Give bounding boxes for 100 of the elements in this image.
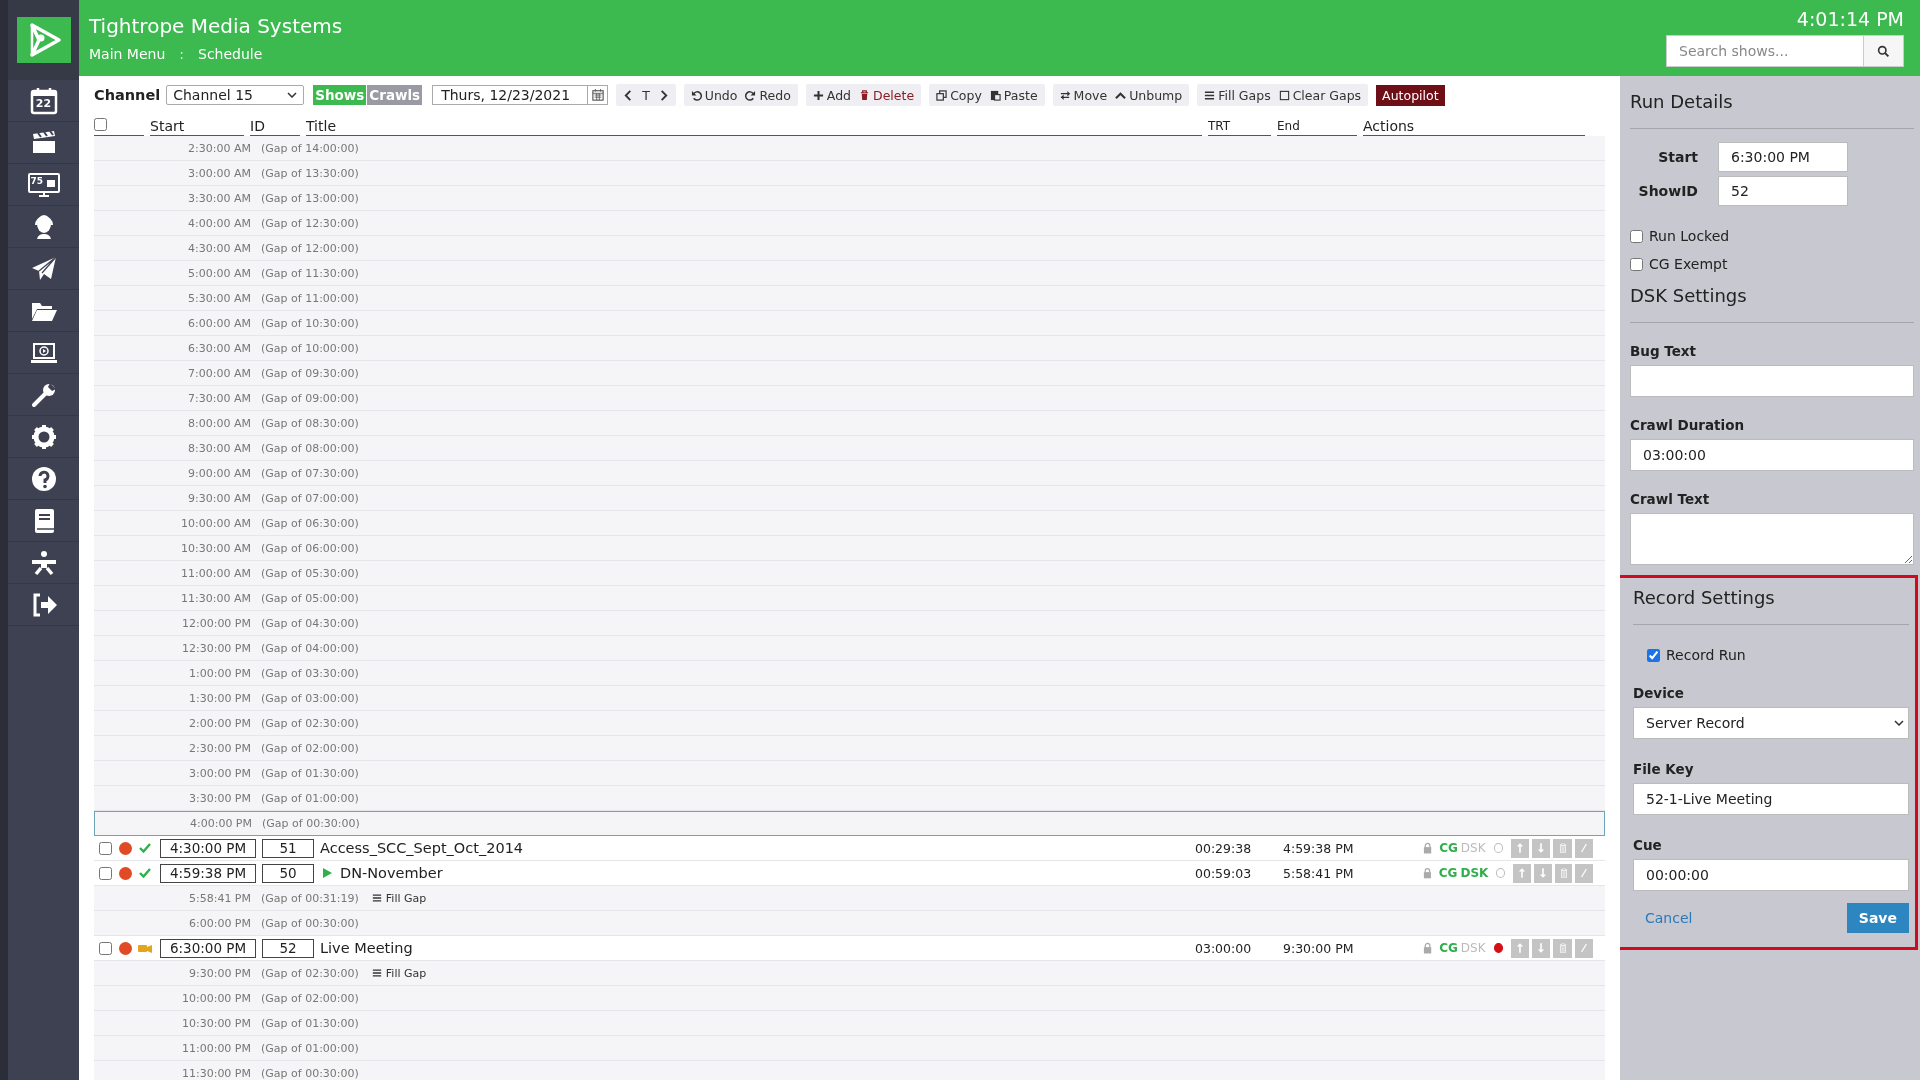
input-field[interactable]: 52-1-Live Meeting bbox=[1633, 783, 1909, 815]
view-tab[interactable]: Shows bbox=[313, 85, 367, 105]
gap-row[interactable]: 5:58:41 PM (Gap of 00:31:19) Fill Gap bbox=[94, 886, 1605, 911]
toolbar-button[interactable]: Redo bbox=[741, 84, 795, 106]
breadcrumb-link[interactable]: Main Menu bbox=[89, 46, 166, 62]
gap-row[interactable]: 3:30:00 AM (Gap of 13:00:00) bbox=[94, 186, 1605, 211]
toolbar-button[interactable]: Fill Gaps bbox=[1200, 84, 1275, 106]
record-dot-icon[interactable] bbox=[119, 941, 132, 955]
lock-icon[interactable] bbox=[1423, 867, 1432, 879]
record-status-icon[interactable] bbox=[1493, 943, 1503, 953]
row-checkbox[interactable] bbox=[99, 866, 112, 880]
save-button[interactable]: Save bbox=[1846, 903, 1909, 933]
toolbar-button[interactable]: Copy bbox=[932, 84, 986, 106]
gap-row[interactable]: 10:30:00 PM (Gap of 01:30:00) bbox=[94, 1011, 1605, 1036]
gap-row[interactable]: 10:30:00 AM (Gap of 06:00:00) bbox=[94, 536, 1605, 561]
start-time-field[interactable]: 6:30:00 PM bbox=[160, 938, 256, 958]
input-field[interactable]: 00:00:00 bbox=[1633, 859, 1909, 891]
row-checkbox[interactable] bbox=[99, 941, 112, 955]
gap-row[interactable]: 12:00:00 PM (Gap of 04:30:00) bbox=[94, 611, 1605, 636]
gap-row[interactable]: 8:30:00 AM (Gap of 08:00:00) bbox=[94, 436, 1605, 461]
cg-toggle[interactable]: CG bbox=[1438, 866, 1458, 880]
gap-row[interactable]: 10:00:00 PM (Gap of 02:00:00) bbox=[94, 986, 1605, 1011]
gap-start-time: 12:00:00 PM bbox=[180, 616, 251, 630]
toolbar-button[interactable]: Undo bbox=[686, 84, 742, 106]
input-field[interactable]: 03:00:00 bbox=[1630, 439, 1914, 471]
gap-row[interactable]: 7:30:00 AM (Gap of 09:00:00) bbox=[94, 386, 1605, 411]
help-icon[interactable] bbox=[29, 464, 58, 493]
dsk-toggle[interactable]: DSK bbox=[1460, 866, 1489, 880]
toolbar-button[interactable]: Add bbox=[808, 84, 856, 106]
gap-row[interactable]: 1:00:00 PM (Gap of 03:30:00) bbox=[94, 661, 1605, 686]
gap-row[interactable]: 11:30:00 AM (Gap of 05:00:00) bbox=[94, 586, 1605, 611]
gap-row[interactable]: 10:00:00 AM (Gap of 06:30:00) bbox=[94, 511, 1605, 536]
checkbox[interactable] bbox=[1630, 229, 1643, 243]
start-field[interactable]: 6:30:00 PM bbox=[1718, 142, 1848, 172]
autopilot-button[interactable]: Autopilot bbox=[1376, 84, 1445, 106]
show-row[interactable]: 4:59:38 PM 50 DN-November 00:59:03 5:58:41 PM CG DSK bbox=[94, 861, 1605, 886]
lock-icon[interactable] bbox=[1423, 942, 1433, 954]
view-tab[interactable]: Crawls bbox=[367, 85, 423, 105]
gap-row[interactable]: 2:00:00 PM (Gap of 02:30:00) bbox=[94, 711, 1605, 736]
gap-row[interactable]: 1:30:00 PM (Gap of 03:00:00) bbox=[94, 686, 1605, 711]
gap-row[interactable]: 9:00:00 AM (Gap of 07:30:00) bbox=[94, 461, 1605, 486]
gap-row[interactable]: 4:00:00 AM (Gap of 12:30:00) bbox=[94, 211, 1605, 236]
toolbar-button[interactable]: Unbump bbox=[1111, 84, 1187, 106]
gap-row[interactable]: 2:30:00 AM (Gap of 14:00:00) bbox=[94, 136, 1605, 161]
gap-row[interactable]: 2:30:00 PM (Gap of 02:00:00) bbox=[94, 736, 1605, 761]
gap-row[interactable]: 7:00:00 AM (Gap of 09:30:00) bbox=[94, 361, 1605, 386]
cg-toggle[interactable]: CG bbox=[1439, 841, 1458, 855]
figure-icon[interactable] bbox=[29, 548, 58, 577]
search-field[interactable]: Search shows... bbox=[1666, 35, 1864, 67]
trash-icon bbox=[1558, 843, 1567, 853]
show-id-field[interactable]: 52 bbox=[262, 938, 314, 958]
record-dot-icon[interactable] bbox=[119, 866, 132, 880]
channel-select[interactable]: Channel 15 bbox=[166, 85, 305, 105]
settings-icon[interactable] bbox=[29, 422, 58, 451]
gap-row[interactable]: 3:30:00 PM (Gap of 01:00:00) bbox=[94, 786, 1605, 811]
calendar-icon[interactable]: 22 bbox=[29, 86, 58, 115]
gap-row[interactable]: 8:00:00 AM (Gap of 08:30:00) bbox=[94, 411, 1605, 436]
gap-row[interactable]: 3:00:00 PM (Gap of 01:30:00) bbox=[94, 761, 1605, 786]
row-checkbox[interactable] bbox=[99, 841, 112, 855]
gap-row[interactable]: 6:00:00 AM (Gap of 10:30:00) bbox=[94, 311, 1605, 336]
gap-row[interactable]: 12:30:00 PM (Gap of 04:00:00) bbox=[94, 636, 1605, 661]
start-time-field[interactable]: 4:30:00 PM bbox=[160, 838, 256, 858]
show-id-field[interactable]: 51 bbox=[262, 838, 314, 858]
gap-row[interactable]: 11:30:00 PM (Gap of 00:30:00) bbox=[94, 1061, 1605, 1080]
gap-row[interactable]: 6:00:00 PM (Gap of 00:30:00) bbox=[94, 911, 1605, 936]
gap-row[interactable]: 11:00:00 AM (Gap of 05:30:00) bbox=[94, 561, 1605, 586]
toolbar-button[interactable]: Clear Gaps bbox=[1274, 84, 1366, 106]
breadcrumb-link[interactable]: Schedule bbox=[198, 46, 263, 62]
gap-row[interactable]: 5:30:00 AM (Gap of 11:00:00) bbox=[94, 286, 1605, 311]
checkbox[interactable] bbox=[1647, 648, 1660, 662]
toolbar-button[interactable]: Paste bbox=[985, 84, 1042, 106]
select-all-checkbox[interactable] bbox=[94, 118, 107, 131]
search-button[interactable] bbox=[1864, 35, 1904, 67]
gap-row[interactable]: 5:00:00 AM (Gap of 11:30:00) bbox=[94, 261, 1605, 286]
fill-gap-button[interactable]: Fill Gap bbox=[371, 891, 427, 905]
device-select[interactable]: Server Record bbox=[1633, 707, 1909, 739]
toolbar-button[interactable]: Delete bbox=[855, 84, 919, 106]
show-row[interactable]: 6:30:00 PM 52 Live Meeting 03:00:00 9:30:00 PM CG DSK bbox=[94, 936, 1605, 961]
gap-row[interactable]: 9:30:00 PM (Gap of 02:30:00) Fill Gap bbox=[94, 961, 1605, 986]
gap-row[interactable]: 4:00:00 PM (Gap of 00:30:00) bbox=[94, 811, 1605, 836]
record-dot-icon[interactable] bbox=[119, 841, 132, 855]
logo-icon[interactable] bbox=[16, 17, 71, 63]
lock-icon[interactable] bbox=[1423, 842, 1433, 854]
gap-row[interactable]: 6:30:00 AM (Gap of 10:00:00) bbox=[94, 336, 1605, 361]
start-time-field[interactable]: 4:59:38 PM bbox=[160, 863, 256, 883]
show-row[interactable]: 4:30:00 PM 51 Access_SCC_Sept_Oct_2014 00:29:38 4:59:38 PM CG DSK bbox=[94, 836, 1605, 861]
gap-row[interactable]: 11:00:00 PM (Gap of 01:00:00) bbox=[94, 1036, 1605, 1061]
toolbar-button[interactable]: Move bbox=[1055, 84, 1112, 106]
fill-gap-button[interactable]: Fill Gap bbox=[371, 966, 427, 980]
gap-row[interactable]: 9:30:00 AM (Gap of 07:00:00) bbox=[94, 486, 1605, 511]
cg-toggle[interactable]: CG bbox=[1439, 941, 1458, 955]
checkbox[interactable] bbox=[1630, 257, 1643, 271]
show-id-field[interactable]: 50 bbox=[262, 863, 314, 883]
date-field[interactable]: Thurs, 12/23/2021 bbox=[432, 85, 589, 105]
gap-row[interactable]: 4:30:00 AM (Gap of 12:00:00) bbox=[94, 236, 1605, 261]
input-field[interactable] bbox=[1630, 365, 1914, 397]
showid-field[interactable]: 52 bbox=[1718, 176, 1848, 206]
cancel-link[interactable]: Cancel bbox=[1645, 910, 1693, 926]
calendar-button[interactable] bbox=[588, 85, 609, 105]
gap-row[interactable]: 3:00:00 AM (Gap of 13:30:00) bbox=[94, 161, 1605, 186]
